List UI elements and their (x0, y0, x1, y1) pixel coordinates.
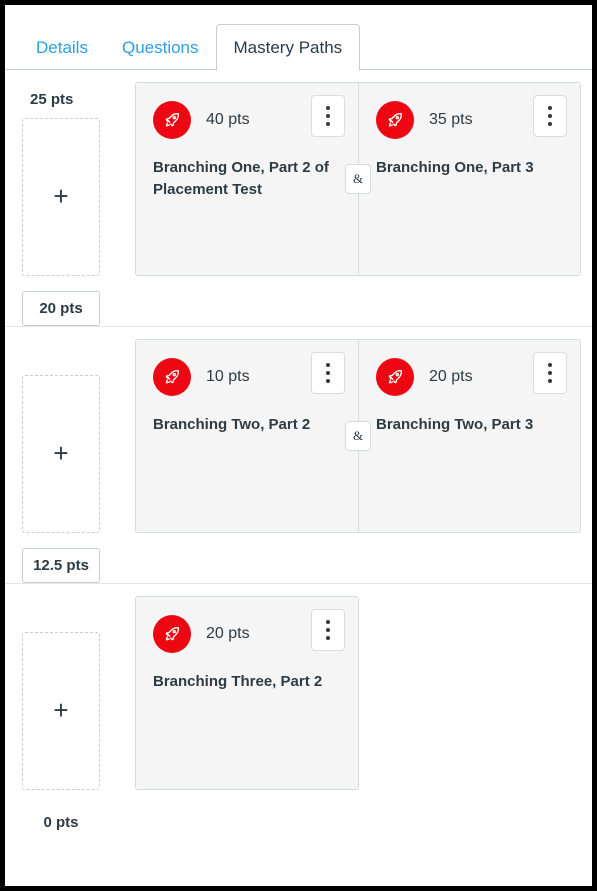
add-icon: + (53, 694, 69, 725)
tab-mastery-paths[interactable]: Mastery Paths (215, 24, 361, 71)
tab-bar: Details Questions Mastery Paths (5, 5, 592, 71)
card-title: Branching Three, Part 2 (153, 673, 323, 690)
and-connector-badge: & (345, 164, 371, 194)
card-title: Branching One, Part 3 (376, 159, 534, 176)
section-left-column: 25 pts + 20 pts (5, 70, 135, 326)
card-points: 20 pts (429, 368, 473, 385)
tab-details[interactable]: Details (19, 39, 105, 70)
score-threshold-box[interactable]: 12.5 pts (22, 548, 100, 583)
more-options-icon[interactable] (533, 95, 567, 137)
add-icon: + (53, 437, 69, 468)
add-assignment-placeholder[interactable]: + (22, 375, 100, 533)
mastery-path-section: 25 pts + 20 pts 40 pts Branching One, Pa… (5, 70, 592, 327)
tab-questions[interactable]: Questions (105, 39, 216, 70)
mastery-paths-panel: Details Questions Mastery Paths 25 pts +… (5, 5, 592, 886)
assignment-card-group: 10 pts Branching Two, Part 2 20 pts Bran… (135, 339, 581, 533)
and-connector-badge: & (345, 421, 371, 451)
card-points: 10 pts (206, 368, 250, 385)
section-left-column: + 0 pts (5, 584, 135, 840)
assignment-card[interactable]: 10 pts Branching Two, Part 2 (136, 340, 358, 532)
score-threshold-box[interactable]: 20 pts (22, 291, 100, 326)
rocket-icon (153, 358, 191, 396)
card-title: Branching Two, Part 3 (376, 416, 534, 433)
mastery-path-section: + 12.5 pts 10 pts Branching Two, Part 2 … (5, 327, 592, 584)
card-title: Branching Two, Part 2 (153, 416, 311, 433)
more-options-icon[interactable] (533, 352, 567, 394)
card-points: 40 pts (206, 111, 250, 128)
score-threshold-label: 0 pts (43, 814, 79, 831)
card-points: 20 pts (206, 625, 250, 642)
add-icon: + (53, 180, 69, 211)
assignment-card[interactable]: 35 pts Branching One, Part 3 (358, 83, 580, 275)
mastery-path-section: + 0 pts 20 pts Branching Three, Part 2 (5, 584, 592, 840)
rocket-icon (153, 101, 191, 139)
assignment-card-group: 20 pts Branching Three, Part 2 (135, 596, 359, 790)
card-title: Branching One, Part 2 of Placement Test (153, 159, 329, 198)
assignment-card[interactable]: 20 pts Branching Three, Part 2 (136, 597, 358, 789)
rocket-icon (376, 358, 414, 396)
assignment-card[interactable]: 20 pts Branching Two, Part 3 (358, 340, 580, 532)
assignment-card[interactable]: 40 pts Branching One, Part 2 of Placemen… (136, 83, 358, 275)
card-points: 35 pts (429, 111, 473, 128)
assignment-card-group: 40 pts Branching One, Part 2 of Placemen… (135, 82, 581, 276)
add-assignment-placeholder[interactable]: + (22, 632, 100, 790)
section-total-points: 25 pts (30, 91, 74, 108)
more-options-icon[interactable] (311, 609, 345, 651)
section-left-column: + 12.5 pts (5, 327, 135, 583)
rocket-icon (153, 615, 191, 653)
add-assignment-placeholder[interactable]: + (22, 118, 100, 276)
more-options-icon[interactable] (311, 352, 345, 394)
more-options-icon[interactable] (311, 95, 345, 137)
rocket-icon (376, 101, 414, 139)
